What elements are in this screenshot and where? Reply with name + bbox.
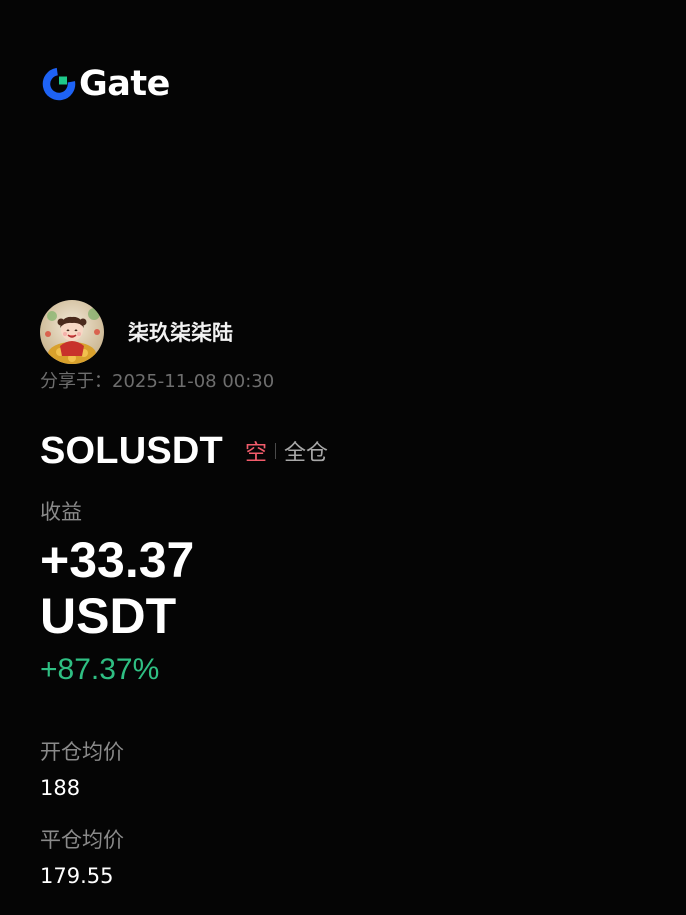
gate-logo-icon xyxy=(42,67,76,101)
exit-price-label: 平仓均价 xyxy=(40,828,124,852)
share-timestamp: 分享于：2025-11-08 00:30 xyxy=(40,371,275,392)
position-side-badge: 空 xyxy=(244,441,267,466)
brand-name: Gate xyxy=(79,64,170,104)
trading-pair: SOLUSDT xyxy=(40,429,223,472)
brand-logo: Gate xyxy=(42,66,170,102)
position-header: SOLUSDT 空 全仓 xyxy=(40,428,328,474)
user-avatar xyxy=(40,300,104,364)
margin-mode-badge: 全仓 xyxy=(283,441,328,466)
entry-price-label: 开仓均价 xyxy=(40,740,124,764)
pnl-percent: +87.37% xyxy=(40,653,160,686)
exit-price-value: 179.55 xyxy=(40,864,114,888)
pnl-value: +33.37 xyxy=(40,532,195,588)
pnl-label: 收益 xyxy=(40,500,82,524)
entry-price-value: 188 xyxy=(40,776,81,800)
pnl-unit: USDT xyxy=(40,588,177,644)
divider xyxy=(274,443,276,459)
username: 柒玖柒柒陆 xyxy=(128,321,233,345)
pnl-share-card: Gate 柒玖柒柒陆 分享于：2025-11-08 00:30 SOLUSDT … xyxy=(0,0,686,915)
